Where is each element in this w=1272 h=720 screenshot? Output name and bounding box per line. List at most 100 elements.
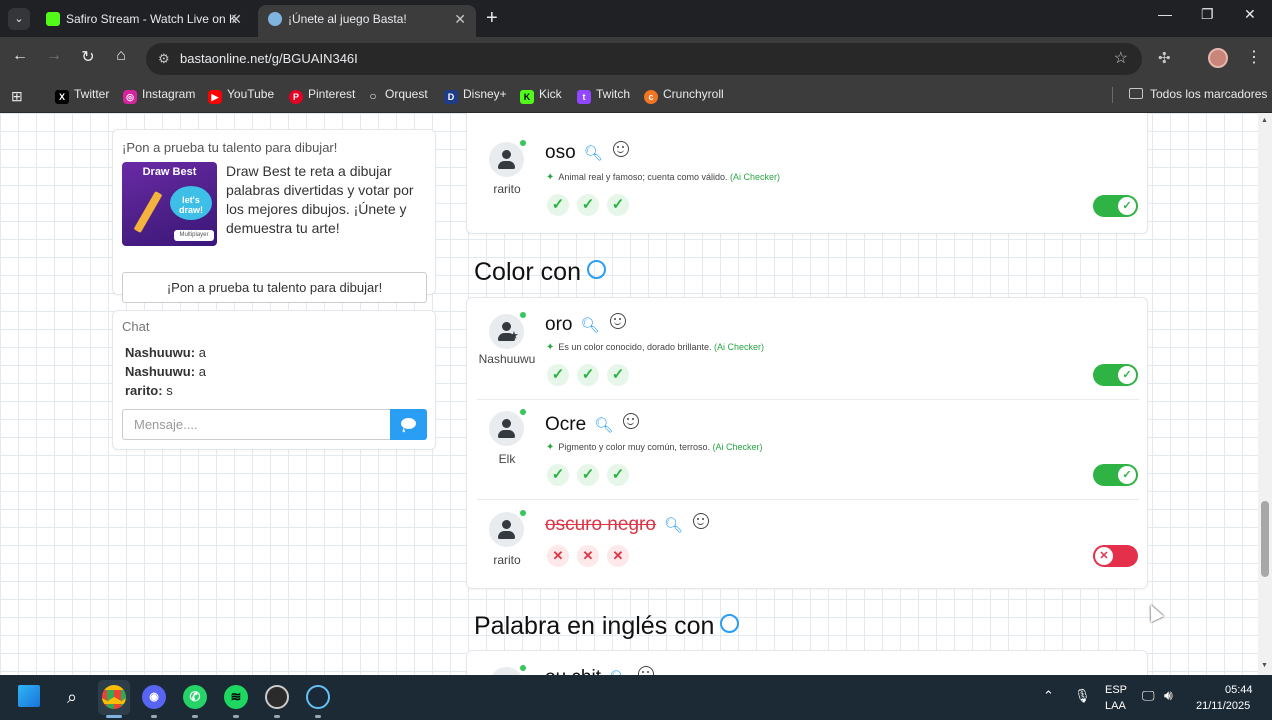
search-icon[interactable]: ⌕: [60, 685, 84, 709]
bookmark-kick[interactable]: K Kick: [520, 81, 562, 107]
restore-icon[interactable]: ❐: [1201, 6, 1214, 23]
network-icon[interactable]: 🖵: [1142, 688, 1155, 704]
bookmark-twitch[interactable]: t Twitch: [577, 81, 630, 107]
windows-start-icon[interactable]: [18, 685, 40, 707]
close-window-icon[interactable]: ✕: [1244, 6, 1256, 23]
bookmark-crunchyroll[interactable]: c Crunchyroll: [644, 81, 724, 107]
chat-message: Nashuuwu: a: [125, 345, 206, 360]
back-icon[interactable]: ←: [9, 47, 31, 65]
running-indicator: [192, 715, 198, 718]
emoji-react-icon[interactable]: [623, 413, 640, 429]
new-tab-button[interactable]: +: [486, 7, 498, 30]
emoji-react-icon[interactable]: [609, 313, 626, 329]
letter-o-icon: [720, 614, 740, 633]
forward-icon[interactable]: →: [43, 47, 65, 65]
chat-message-input[interactable]: Mensaje....: [122, 409, 390, 440]
windows-taskbar: ⌕ ◉ ✆ ≋ ⌃ 🎙︎ ESP LAA 🖵 🔊︎ 05:44 21/11/20…: [0, 675, 1272, 720]
running-indicator: [315, 715, 321, 718]
answer-word: Ocre 🔍︎: [545, 413, 640, 436]
check-icon: ✓: [1118, 466, 1136, 484]
scrollbar-thumb[interactable]: [1261, 501, 1269, 577]
validity-toggle[interactable]: ✓: [1093, 195, 1138, 217]
online-dot: [520, 665, 526, 671]
bookmark-pinterest[interactable]: P Pinterest: [289, 81, 355, 107]
volume-icon[interactable]: 🔊︎: [1164, 687, 1173, 704]
mouse-cursor-icon: [1144, 601, 1164, 623]
page-scrollbar[interactable]: ▲ ▼: [1258, 113, 1272, 675]
tab-safiro-stream[interactable]: Safiro Stream - Watch Live on K ✕: [36, 5, 252, 37]
profile-avatar[interactable]: [1208, 48, 1228, 68]
vote-check-icon: ✓: [607, 194, 629, 216]
all-bookmarks-button[interactable]: Todos los marcadores: [1129, 81, 1267, 107]
validity-toggle[interactable]: ✓: [1093, 464, 1138, 486]
reload-icon[interactable]: ↻: [77, 47, 99, 67]
vote-check-icon: ✓: [607, 464, 629, 486]
whatsapp-icon[interactable]: ✆: [183, 685, 207, 709]
vote-list: ✕ ✕ ✕: [547, 545, 637, 567]
ai-hint: ✦ Animal real y famoso; cuenta como válid…: [546, 172, 781, 183]
home-icon[interactable]: ⌂: [110, 47, 132, 65]
emoji-react-icon[interactable]: [638, 666, 655, 675]
scroll-up-icon[interactable]: ▲: [1261, 117, 1268, 124]
site-info-icon[interactable]: ⚙: [158, 43, 170, 75]
search-icon[interactable]: 🔍︎: [594, 417, 613, 434]
vote-check-icon: ✓: [547, 464, 569, 486]
chat-message: rarito: s: [125, 383, 173, 398]
steam-icon[interactable]: [306, 685, 330, 709]
promo-description: Draw Best te reta a dibujar palabras div…: [226, 163, 414, 236]
orquest-icon: ○: [369, 89, 377, 103]
close-tab-icon[interactable]: ✕: [454, 5, 466, 33]
bookmark-orquest[interactable]: ○ Orquest: [366, 81, 427, 107]
search-icon[interactable]: 🔍︎: [664, 516, 683, 534]
close-tab-icon[interactable]: ✕: [230, 5, 242, 33]
draw-best-image[interactable]: Draw Best let's draw! Multiplayer: [122, 162, 217, 246]
chat-bubble-icon: [401, 418, 416, 429]
spotify-icon[interactable]: ≋: [224, 685, 248, 709]
vote-cross-icon: ✕: [577, 545, 599, 567]
bookmark-youtube[interactable]: ▶ YouTube: [208, 81, 274, 107]
pinterest-icon: P: [289, 90, 303, 104]
scroll-down-icon[interactable]: ▼: [1261, 662, 1268, 669]
bookmark-disney[interactable]: D Disney+: [444, 81, 507, 107]
chevron-up-icon[interactable]: ⌃: [1043, 688, 1054, 704]
cross-icon: ✕: [1095, 547, 1113, 565]
chrome-icon[interactable]: [102, 685, 126, 709]
instagram-icon: ◎: [123, 90, 137, 104]
validity-toggle[interactable]: ✓: [1093, 364, 1138, 386]
search-icon[interactable]: 🔍︎: [584, 145, 603, 162]
chat-send-button[interactable]: [390, 409, 427, 440]
clock-date[interactable]: 21/11/2025: [1196, 700, 1250, 712]
promo-button[interactable]: ¡Pon a prueba tu talento para dibujar!: [122, 272, 427, 303]
tab-basta[interactable]: ¡Únete al juego Basta! ✕: [258, 5, 476, 37]
browser-chrome: ⌄ Safiro Stream - Watch Live on K ✕ ¡Úne…: [0, 0, 1272, 113]
tab-search-button[interactable]: ⌄: [8, 8, 30, 30]
language-bottom[interactable]: LAA: [1105, 700, 1126, 712]
ai-hint: ✦ Pigmento y color muy común, terroso. (A…: [546, 442, 763, 453]
bookmark-instagram[interactable]: ◎ Instagram: [123, 81, 195, 107]
emoji-react-icon[interactable]: [692, 513, 709, 529]
user-avatar: [489, 140, 526, 177]
menu-icon[interactable]: ⋮: [1246, 47, 1262, 67]
discord-icon[interactable]: ◉: [142, 685, 166, 709]
minimize-icon[interactable]: —: [1158, 6, 1172, 22]
emoji-react-icon[interactable]: [612, 141, 629, 157]
row-divider: [477, 499, 1139, 500]
toolbar: ← → ↻ ⌂ ⚙ bastaonline.net/g/BGUAIN346I ☆…: [0, 37, 1272, 81]
clock-time[interactable]: 05:44: [1225, 684, 1253, 696]
obs-icon[interactable]: [265, 685, 289, 709]
address-bar[interactable]: ⚙ bastaonline.net/g/BGUAIN346I ☆: [146, 43, 1142, 75]
microphone-icon[interactable]: 🎙︎: [1074, 688, 1091, 704]
bookmark-twitter[interactable]: X Twitter: [55, 81, 109, 107]
user-avatar: [489, 409, 526, 446]
vote-check-icon: ✓: [547, 364, 569, 386]
kick-icon: K: [520, 90, 534, 104]
online-dot: [520, 312, 526, 318]
bookmark-star-icon[interactable]: ☆: [1114, 43, 1128, 75]
extensions-icon[interactable]: ✣: [1158, 49, 1171, 67]
sparkle-icon: ✦: [546, 342, 555, 353]
disney-icon: D: [444, 90, 458, 104]
apps-grid-icon[interactable]: ⊞: [11, 88, 23, 105]
language-top[interactable]: ESP: [1105, 684, 1127, 696]
validity-toggle[interactable]: ✕: [1093, 545, 1138, 567]
search-icon[interactable]: 🔍︎: [580, 317, 599, 334]
